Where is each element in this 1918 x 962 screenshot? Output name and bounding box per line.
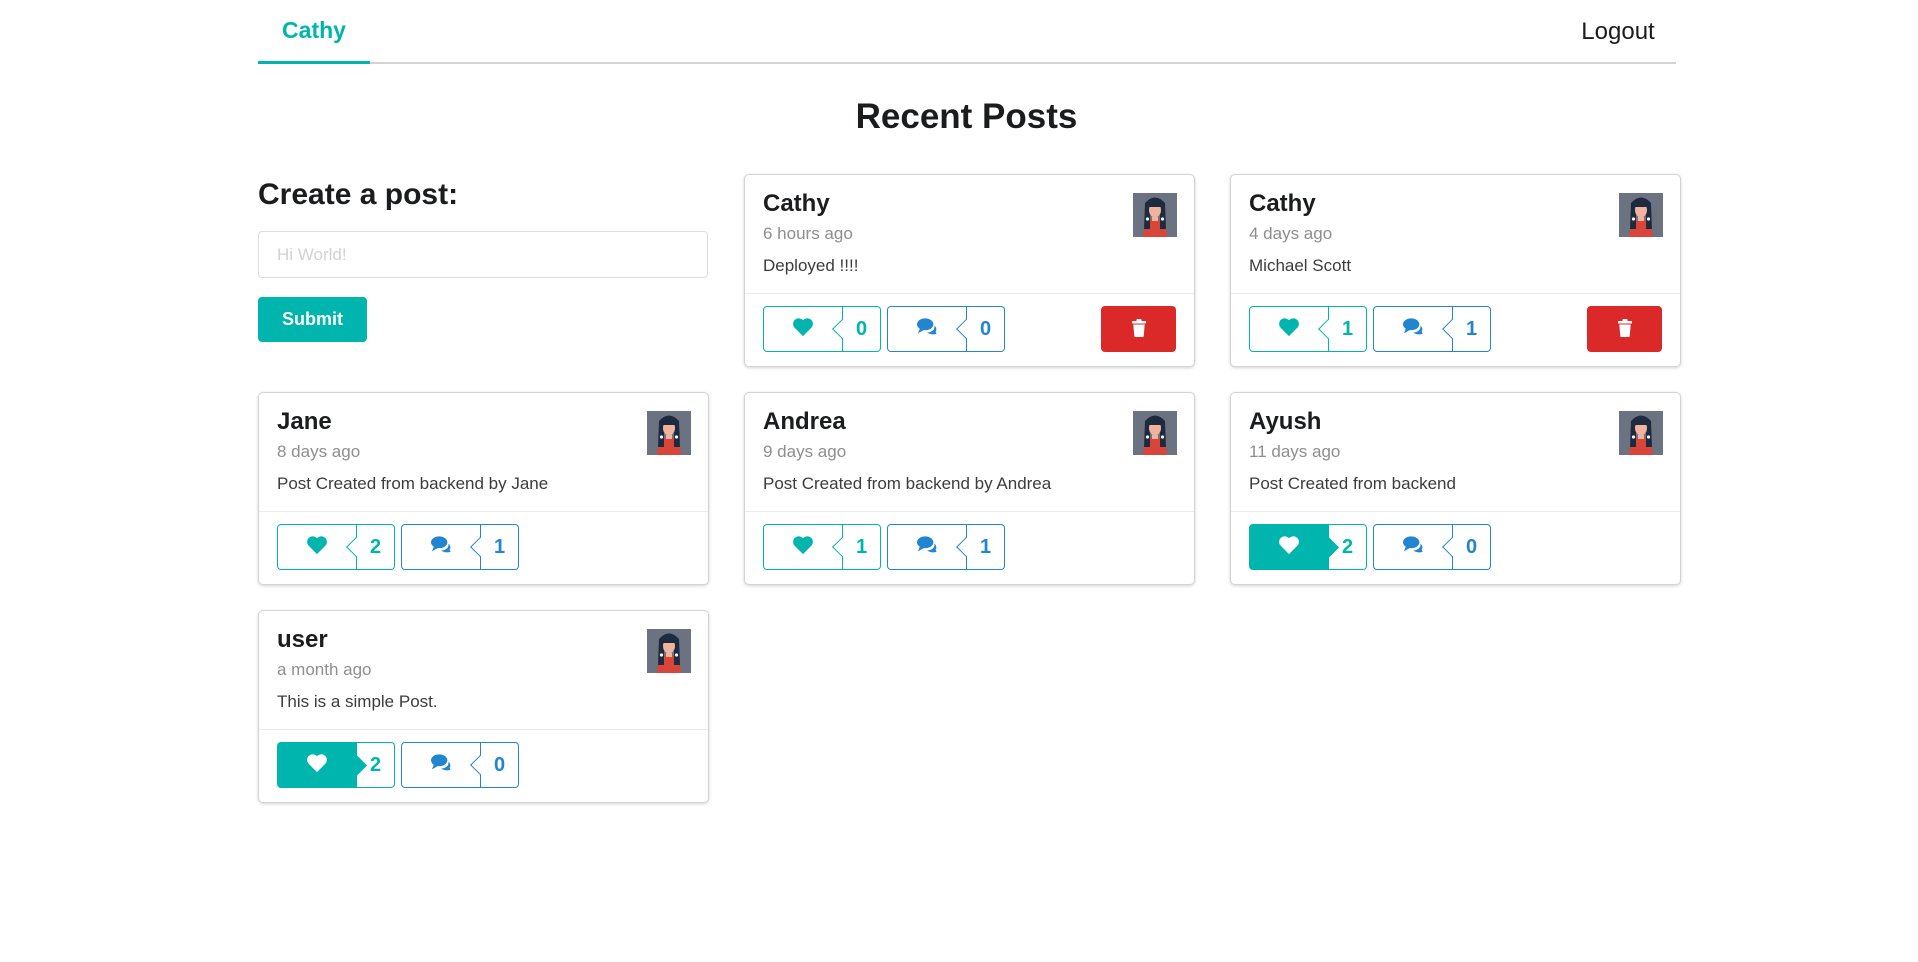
card-content: user a month ago This is a simple Post. (259, 611, 708, 730)
heart-icon (1278, 317, 1300, 342)
avatar (647, 629, 691, 673)
form-heading: Create a post: (258, 178, 459, 211)
post-author: Cathy (763, 190, 830, 217)
comment-count: 1 (979, 535, 992, 558)
avatar (1133, 193, 1177, 237)
card-content: Jane 8 days ago Post Created from backen… (259, 393, 708, 512)
comment-count: 1 (1465, 317, 1478, 340)
post-actions: 1 1 (763, 524, 1176, 570)
comments-icon (1401, 535, 1425, 560)
like-button[interactable]: 2 (277, 742, 395, 788)
comment-count: 1 (493, 535, 506, 558)
comments-icon (915, 317, 939, 342)
avatar (1133, 411, 1177, 455)
post-time: 6 hours ago (763, 224, 853, 243)
post-text: Post Created from backend by Jane (277, 474, 549, 493)
like-count: 1 (1341, 317, 1354, 340)
comment-count: 0 (493, 753, 506, 776)
like-count: 2 (369, 535, 382, 558)
delete-button[interactable] (1587, 306, 1662, 352)
comment-count: 0 (979, 317, 992, 340)
comment-button[interactable]: 0 (887, 306, 1005, 352)
comments-icon (915, 535, 939, 560)
heart-icon (792, 535, 814, 560)
heart-icon (306, 535, 328, 560)
comment-button[interactable]: 0 (1373, 524, 1491, 570)
card-content: Cathy 6 hours ago Deployed !!!! (745, 175, 1194, 294)
post-text: Post Created from backend (1249, 474, 1456, 493)
like-count: 2 (1341, 535, 1354, 558)
comment-button[interactable]: 1 (1373, 306, 1491, 352)
like-count: 2 (369, 753, 382, 776)
avatar (1619, 193, 1663, 237)
like-button[interactable]: 0 (763, 306, 881, 352)
post-author: Andrea (763, 408, 846, 435)
like-button[interactable]: 1 (763, 524, 881, 570)
post-actions: 2 1 (277, 524, 690, 570)
post-author: Cathy (1249, 190, 1316, 217)
heart-icon (792, 317, 814, 342)
post-time: 9 days ago (763, 442, 847, 461)
comments-icon (1401, 317, 1425, 342)
trash-icon (1617, 318, 1633, 340)
card-content: Andrea 9 days ago Post Created from back… (745, 393, 1194, 512)
post-card: user a month ago This is a simple Post. … (258, 610, 709, 803)
post-card: Jane 8 days ago Post Created from backen… (258, 392, 709, 585)
avatar (647, 411, 691, 455)
comments-icon (429, 535, 453, 560)
post-input[interactable] (258, 231, 708, 278)
post-actions: 2 0 (1249, 524, 1662, 570)
post-author: user (277, 626, 328, 653)
post-time: 4 days ago (1249, 224, 1333, 243)
post-text: Deployed !!!! (763, 256, 859, 275)
post-text: Post Created from backend by Andrea (763, 474, 1052, 493)
logout-button[interactable]: Logout (1560, 0, 1676, 64)
post-text: This is a simple Post. (277, 692, 438, 711)
card-content: Ayush 11 days ago Post Created from back… (1231, 393, 1680, 512)
submit-button[interactable]: Submit (258, 297, 367, 342)
post-card: Ayush 11 days ago Post Created from back… (1230, 392, 1681, 585)
post-card: Andrea 9 days ago Post Created from back… (744, 392, 1195, 585)
heart-icon (306, 753, 328, 778)
post-time: 8 days ago (277, 442, 361, 461)
page-title: Recent Posts (855, 97, 1078, 136)
card-content: Cathy 4 days ago Michael Scott (1231, 175, 1680, 294)
post-text: Michael Scott (1249, 256, 1352, 275)
avatar (1619, 411, 1663, 455)
post-time: a month ago (277, 660, 372, 679)
like-count: 0 (855, 317, 868, 340)
comments-icon (429, 753, 453, 778)
menu-item-user[interactable]: Cathy (258, 0, 370, 64)
comment-button[interactable]: 0 (401, 742, 519, 788)
like-count: 1 (855, 535, 868, 558)
like-button[interactable]: 2 (277, 524, 395, 570)
post-actions: 2 0 (277, 742, 690, 788)
post-author: Ayush (1249, 408, 1322, 435)
like-button[interactable]: 1 (1249, 306, 1367, 352)
delete-button[interactable] (1101, 306, 1176, 352)
post-actions: 1 1 (1249, 306, 1662, 352)
comment-button[interactable]: 1 (887, 524, 1005, 570)
post-author: Jane (277, 408, 332, 435)
comment-count: 0 (1465, 535, 1478, 558)
trash-icon (1131, 318, 1147, 340)
post-card: Cathy 4 days ago Michael Scott 1 1 (1230, 174, 1681, 367)
post-card: Cathy 6 hours ago Deployed !!!! 0 0 (744, 174, 1195, 367)
top-menu: Cathy Logout (258, 0, 1676, 64)
like-button[interactable]: 2 (1249, 524, 1367, 570)
comment-button[interactable]: 1 (401, 524, 519, 570)
post-actions: 0 0 (763, 306, 1176, 352)
post-time: 11 days ago (1249, 442, 1341, 461)
heart-icon (1278, 535, 1300, 560)
